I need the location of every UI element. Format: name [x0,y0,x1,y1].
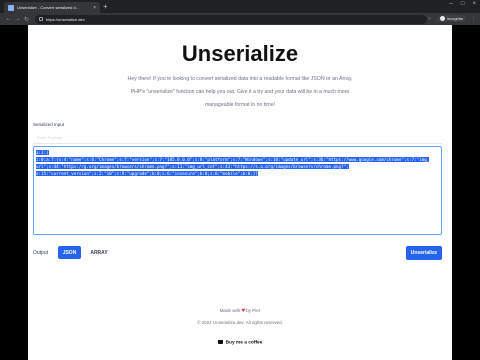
address-bar[interactable]: https://unserialize.dev [35,14,427,24]
tab-close-icon[interactable]: × [93,5,96,11]
buy-coffee-link[interactable]: Buy me a coffee [28,340,452,345]
bookmark-star-icon[interactable]: ☆ [427,16,431,22]
close-window-icon[interactable]: × [472,1,476,7]
input-line: s:15:"current_version";s:2:"10";s:9:"upg… [36,171,258,176]
minimize-icon[interactable]: – [450,1,453,7]
maximize-icon[interactable]: □ [461,1,465,7]
copyright-text: © 2022 Unserialize.dev. All rights reser… [197,320,283,325]
page-description: Hey there! If you're looking to convert … [127,76,353,108]
array-button[interactable]: ARRAY [86,246,112,259]
payload-input[interactable]: Enter Payload [33,132,442,144]
unserialize-button[interactable]: Unserialize [406,246,442,260]
tab-title: Unserialize - Convert serialized d... [17,5,80,10]
input-line: i:0;a:7:{s:4:"name";s:6:"Chrome";s:7:"ve… [36,157,430,162]
heart-icon: ♥ [241,308,246,314]
profile-chip[interactable]: Incognito [436,15,466,22]
made-with-text: Made with ♥ by Pier [28,308,452,314]
coffee-cup-icon [217,340,223,344]
lock-icon [39,17,43,21]
favicon-icon [8,4,14,11]
url-text: https://unserialize.dev [46,16,85,22]
menu-icon[interactable]: ⋮ [471,16,476,22]
buy-coffee-label: Buy me a coffee [225,340,263,346]
payload-placeholder: Enter Payload [37,135,63,140]
json-button[interactable]: JSON [58,246,81,259]
incognito-icon [439,16,445,21]
input-line: a:1:{ [36,150,49,155]
made-with-suffix[interactable]: by Pier [246,308,260,313]
browser-tab[interactable]: Unserialize - Convert serialized d... × [4,2,100,13]
new-tab-icon[interactable]: + [103,2,108,11]
forward-icon[interactable]: → [13,16,22,22]
web-page: Unserialize Hey there! If you're looking… [28,25,452,360]
window-controls: – □ × [450,1,476,7]
serialized-input-label: Serialized Input [33,122,65,127]
page-title: Unserialize [181,41,299,66]
reload-icon[interactable]: ↻ [22,16,31,23]
browser-toolbar: ← → ↻ https://unserialize.dev ☆ Incognit… [0,13,480,25]
profile-name: Incognito [446,16,463,21]
output-label: Output [33,250,49,256]
serialized-textarea[interactable]: a:1:{ i:0;a:7:{s:4:"name";s:6:"Chrome";s… [33,146,442,235]
toolbar-right: ☆ Incognito ⋮ [427,15,476,22]
input-line: url";s:44:"https://g.org/images/browsers… [36,164,349,169]
back-icon[interactable]: ← [4,16,13,22]
browser-tab-strip: Unserialize - Convert serialized d... × … [0,0,480,13]
made-with-prefix: Made with [219,308,241,313]
